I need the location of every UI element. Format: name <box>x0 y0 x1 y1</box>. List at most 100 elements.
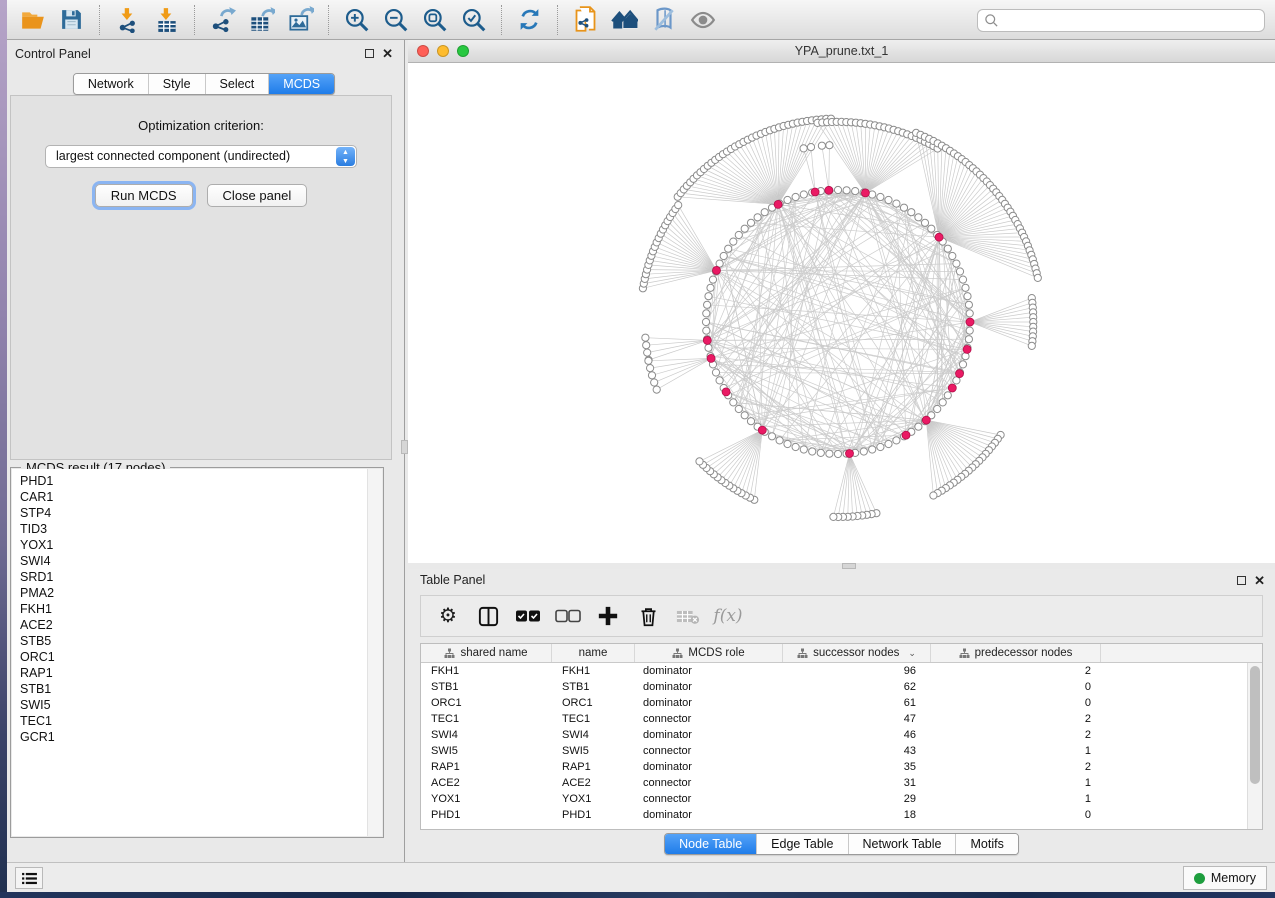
mcds-result-item[interactable]: ORC1 <box>12 649 382 665</box>
table-cell: PHD1 <box>552 807 635 823</box>
mcds-result-item[interactable]: STB5 <box>12 633 382 649</box>
save-session-icon[interactable] <box>58 6 85 33</box>
table-row[interactable]: PHD1PHD1dominator180 <box>421 807 1247 823</box>
search-box[interactable] <box>977 9 1265 32</box>
zoom-in-icon[interactable] <box>343 6 370 33</box>
tab-node-table[interactable]: Node Table <box>665 834 756 854</box>
import-network-icon[interactable] <box>114 6 141 33</box>
open-session-icon[interactable] <box>19 6 46 33</box>
column-header-shared-name[interactable]: shared name <box>421 644 552 662</box>
mcds-result-item[interactable]: STP4 <box>12 505 382 521</box>
table-cell: dominator <box>635 807 783 823</box>
table-row[interactable]: TEC1TEC1connector472 <box>421 711 1247 727</box>
mcds-result-item[interactable]: TEC1 <box>12 713 382 729</box>
tab-network-table[interactable]: Network Table <box>848 834 956 854</box>
table-row[interactable]: SWI5SWI5connector431 <box>421 743 1247 759</box>
export-table-icon[interactable] <box>248 6 275 33</box>
zoom-fit-icon[interactable] <box>421 6 448 33</box>
splitter-grip[interactable] <box>401 440 408 454</box>
delete-column-icon[interactable] <box>633 603 663 629</box>
hide-toggle-icon[interactable] <box>650 6 677 33</box>
memory-button[interactable]: Memory <box>1183 866 1267 890</box>
network-canvas[interactable] <box>408 63 1275 563</box>
home-icon[interactable] <box>611 6 638 33</box>
float-panel-icon[interactable] <box>1237 576 1246 585</box>
task-history-button[interactable] <box>15 867 43 889</box>
table-cell: ACE2 <box>421 775 552 791</box>
mcds-result-item[interactable]: PHD1 <box>12 473 382 489</box>
mcds-result-item[interactable]: SRD1 <box>12 569 382 585</box>
delete-table-icon <box>673 603 703 629</box>
column-header-predecessor-nodes[interactable]: predecessor nodes <box>931 644 1101 662</box>
tab-motifs[interactable]: Motifs <box>955 834 1017 854</box>
scrollbar-thumb[interactable] <box>1250 666 1260 784</box>
mcds-result-item[interactable]: TID3 <box>12 521 382 537</box>
share-network-file-icon[interactable] <box>572 6 599 33</box>
mcds-result-item[interactable]: SWI5 <box>12 697 382 713</box>
table-row[interactable]: ORC1ORC1dominator610 <box>421 695 1247 711</box>
network-graph <box>408 63 1275 563</box>
table-row[interactable]: RAP1RAP1dominator352 <box>421 759 1247 775</box>
close-panel-button[interactable]: Close panel <box>207 184 308 207</box>
table-cell: connector <box>635 743 783 759</box>
vertical-splitter[interactable] <box>401 40 408 862</box>
desktop-wallpaper-left <box>0 0 7 898</box>
table-cell: connector <box>635 791 783 807</box>
mcds-result-item[interactable]: PMA2 <box>12 585 382 601</box>
mcds-result-scrollbar[interactable] <box>367 469 382 836</box>
table-cell: 46 <box>783 727 931 743</box>
table-cell: 29 <box>783 791 931 807</box>
zoom-selected-icon[interactable] <box>460 6 487 33</box>
export-network-icon[interactable] <box>209 6 236 33</box>
column-header-name[interactable]: name <box>552 644 635 662</box>
deselect-all-icon[interactable] <box>553 603 583 629</box>
show-columns-icon[interactable] <box>473 603 503 629</box>
node-table-body[interactable]: FKH1FKH1dominator962STB1STB1dominator620… <box>421 663 1247 829</box>
mcds-result-item[interactable]: GCR1 <box>12 729 382 745</box>
control-panel: Control Panel ✕ Network Style Select MCD… <box>7 40 401 862</box>
tab-edge-table[interactable]: Edge Table <box>756 834 847 854</box>
refresh-icon[interactable] <box>516 6 543 33</box>
add-column-icon[interactable] <box>593 603 623 629</box>
tab-select[interactable]: Select <box>205 74 269 94</box>
mcds-result-item[interactable]: ACE2 <box>12 617 382 633</box>
table-scrollbar[interactable] <box>1247 663 1262 829</box>
table-cell: dominator <box>635 695 783 711</box>
table-cell: connector <box>635 775 783 791</box>
table-row[interactable]: SWI4SWI4dominator462 <box>421 727 1247 743</box>
mcds-result-item[interactable]: YOX1 <box>12 537 382 553</box>
mcds-result-list[interactable]: PHD1CAR1STP4TID3YOX1SWI4SRD1PMA2FKH1ACE2… <box>12 469 382 836</box>
mcds-result-groupbox: MCDS result (17 nodes) PHD1CAR1STP4TID3Y… <box>10 467 384 838</box>
table-cell: 1 <box>931 743 1101 759</box>
mcds-result-item[interactable]: RAP1 <box>12 665 382 681</box>
close-panel-icon[interactable]: ✕ <box>382 49 393 58</box>
search-input[interactable] <box>999 14 1264 28</box>
mcds-result-item[interactable]: CAR1 <box>12 489 382 505</box>
eye-preview-icon[interactable] <box>689 6 716 33</box>
optimization-criterion-select[interactable]: largest connected component (undirected)… <box>45 145 357 168</box>
settings-gear-icon[interactable]: ⚙ <box>433 603 463 629</box>
mcds-result-item[interactable]: STB1 <box>12 681 382 697</box>
table-row[interactable]: YOX1YOX1connector291 <box>421 791 1247 807</box>
mcds-result-item[interactable]: FKH1 <box>12 601 382 617</box>
mcds-result-item[interactable]: SWI4 <box>12 553 382 569</box>
import-table-icon[interactable] <box>153 6 180 33</box>
table-tabs: Node Table Edge Table Network Table Moti… <box>664 833 1019 855</box>
table-row[interactable]: ACE2ACE2connector311 <box>421 775 1247 791</box>
run-mcds-button[interactable]: Run MCDS <box>95 184 193 207</box>
table-row[interactable]: FKH1FKH1dominator962 <box>421 663 1247 679</box>
table-cell: FKH1 <box>421 663 552 679</box>
zoom-out-icon[interactable] <box>382 6 409 33</box>
column-header-mcds-role[interactable]: MCDS role <box>635 644 783 662</box>
column-header-successor-nodes[interactable]: successor nodes ⌄ <box>783 644 931 662</box>
float-panel-icon[interactable] <box>365 49 374 58</box>
table-cell: dominator <box>635 679 783 695</box>
tab-style[interactable]: Style <box>148 74 205 94</box>
table-row[interactable]: STB1STB1dominator620 <box>421 679 1247 695</box>
toolbar-separator <box>99 5 100 35</box>
tab-network[interactable]: Network <box>74 74 148 94</box>
export-image-icon[interactable] <box>287 6 314 33</box>
close-panel-icon[interactable]: ✕ <box>1254 576 1265 585</box>
tab-mcds[interactable]: MCDS <box>268 74 334 94</box>
select-all-icon[interactable] <box>513 603 543 629</box>
